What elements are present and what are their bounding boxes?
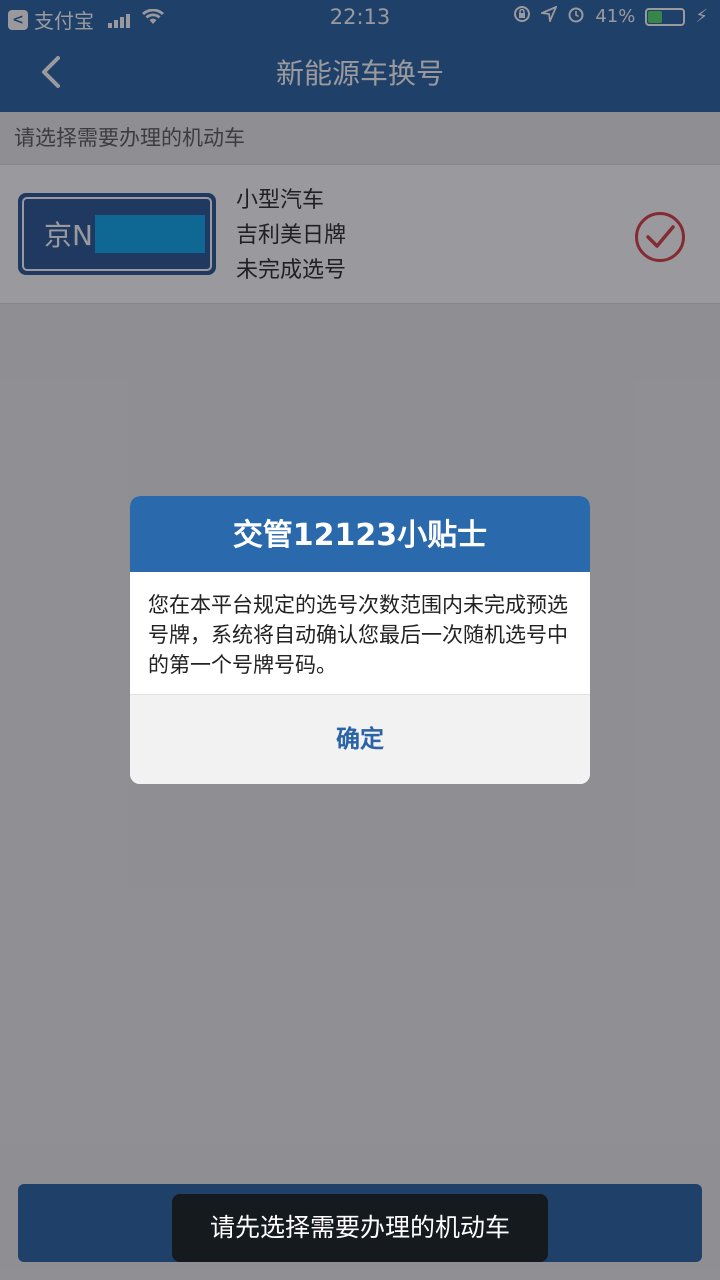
dialog-footer: 确定 (130, 694, 590, 784)
dialog-title: 交管12123小贴士 (130, 496, 590, 572)
dialog-message: 您在本平台规定的选号次数范围内未完成预选号牌，系统将自动确认您最后一次随机选号中… (148, 593, 568, 677)
tips-dialog: 交管12123小贴士 您在本平台规定的选号次数范围内未完成预选号牌，系统将自动确… (130, 496, 590, 784)
toast-message: 请先选择需要办理的机动车 (172, 1194, 548, 1262)
confirm-button[interactable]: 确定 (336, 725, 384, 753)
